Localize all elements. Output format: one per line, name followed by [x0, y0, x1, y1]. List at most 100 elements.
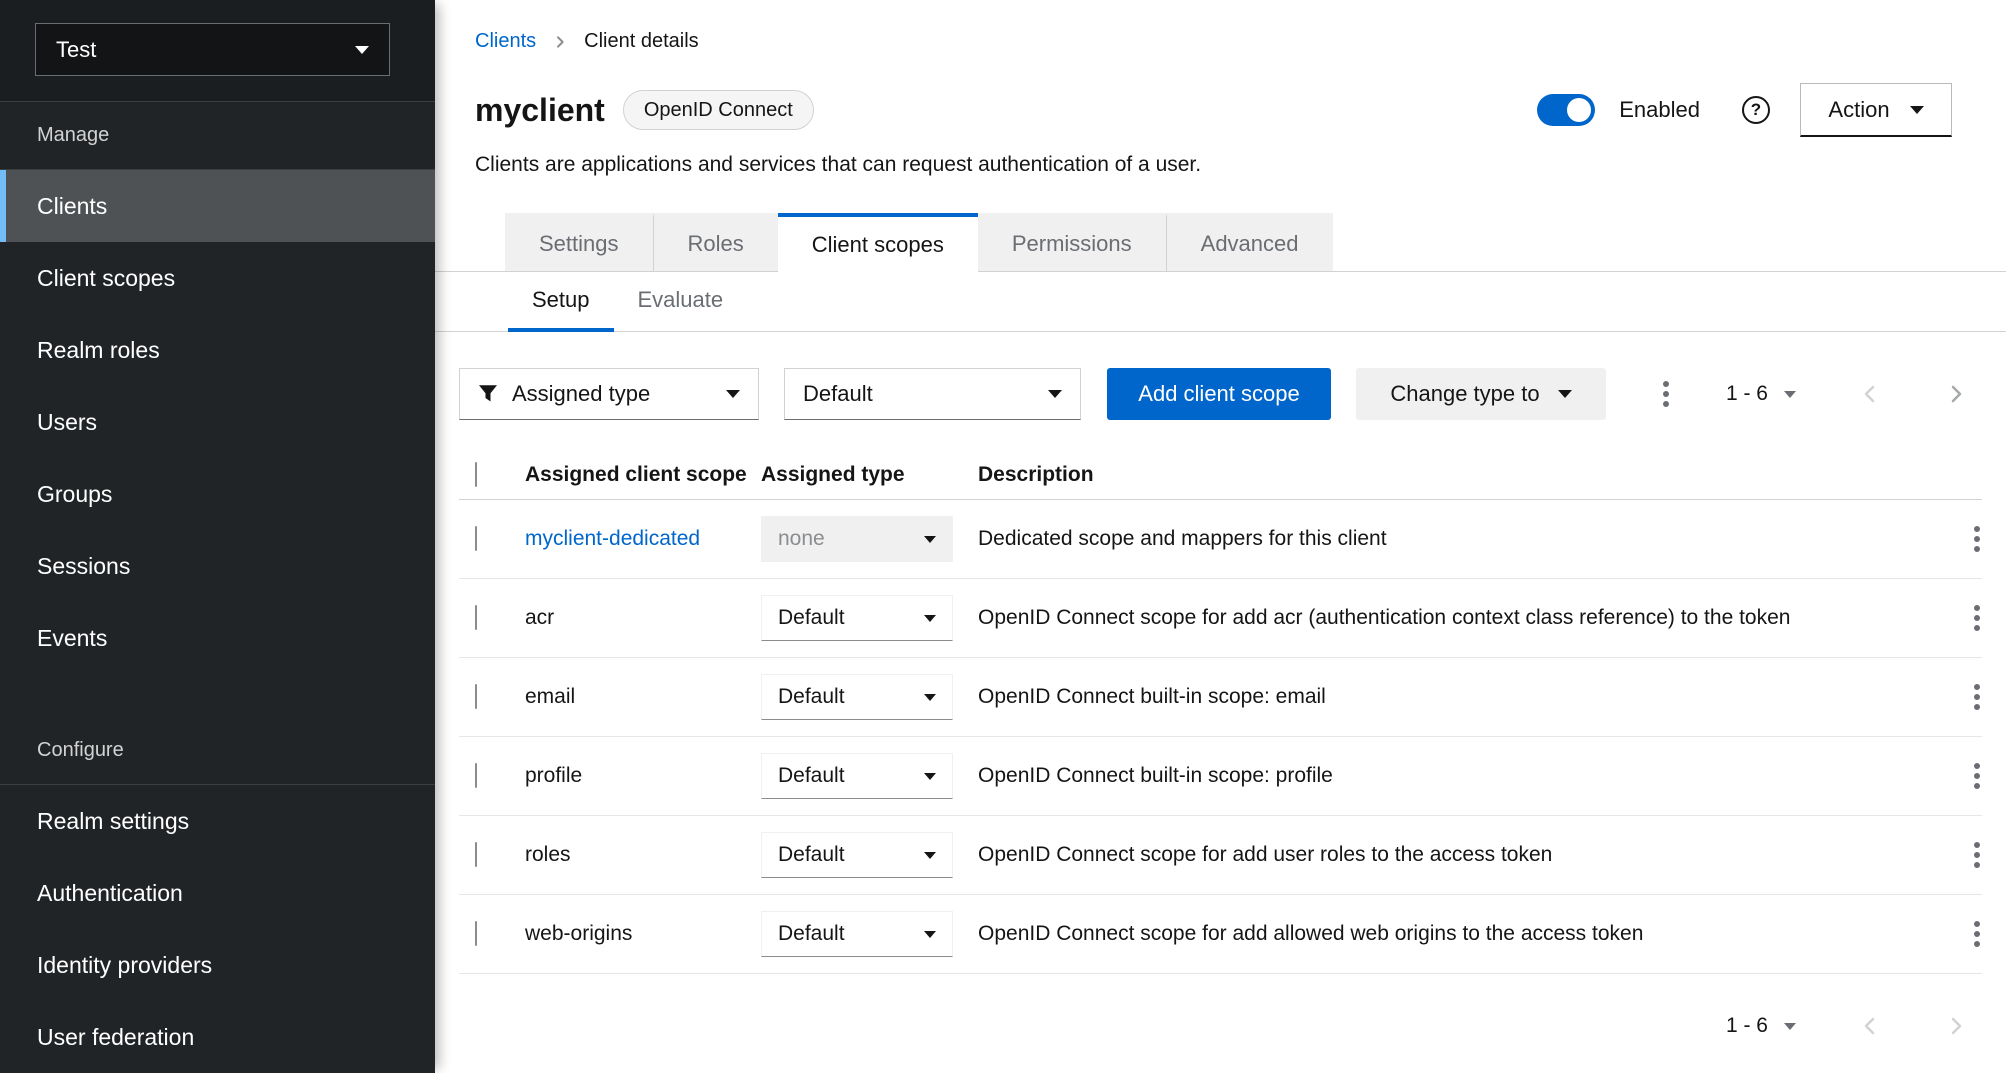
- header-assigned-type: Assigned type: [761, 463, 978, 487]
- subtab-setup[interactable]: Setup: [508, 272, 614, 332]
- table-header-row: Assigned client scope Assigned type Desc…: [459, 450, 1982, 500]
- row-kebab-button[interactable]: [1972, 829, 1982, 881]
- tab-roles[interactable]: Roles: [653, 213, 778, 271]
- realm-name: Test: [56, 37, 96, 63]
- table-row: roles Default OpenID Connect scope for a…: [459, 816, 1982, 895]
- nav-group-manage: Manage Clients Client scopes Realm roles…: [0, 102, 435, 674]
- realm-selector-area: Test: [0, 0, 435, 102]
- row-kebab-button[interactable]: [1972, 513, 1982, 565]
- action-label: Action: [1828, 97, 1889, 123]
- tab-permissions[interactable]: Permissions: [978, 213, 1166, 271]
- sidebar-item-realm-settings[interactable]: Realm settings: [0, 785, 435, 857]
- row-kebab-button[interactable]: [1972, 671, 1982, 723]
- assigned-type-value: none: [778, 527, 825, 551]
- assigned-type-select[interactable]: Default: [761, 753, 953, 799]
- tab-client-scopes[interactable]: Client scopes: [778, 213, 978, 272]
- chevron-down-icon: [924, 773, 936, 780]
- row-checkbox[interactable]: [475, 605, 477, 630]
- chevron-down-icon: [355, 46, 369, 54]
- kebab-icon: [1974, 684, 1980, 710]
- client-scopes-table: Assigned client scope Assigned type Desc…: [459, 450, 1982, 974]
- previous-page-button[interactable]: [1858, 1014, 1882, 1038]
- nav-group-configure: Configure Realm settings Authentication …: [0, 717, 435, 1073]
- sidebar-item-authentication[interactable]: Authentication: [0, 857, 435, 929]
- nav-section-title-configure: Configure: [0, 717, 435, 785]
- row-kebab-button[interactable]: [1972, 750, 1982, 802]
- pagination-range: 1 - 6: [1726, 382, 1768, 406]
- page-description: Clients are applications and services th…: [475, 153, 1952, 177]
- breadcrumb-separator-icon: [552, 34, 568, 50]
- tab-advanced[interactable]: Advanced: [1166, 213, 1333, 271]
- table-row: web-origins Default OpenID Connect scope…: [459, 895, 1982, 974]
- assigned-type-value: Default: [778, 685, 845, 709]
- breadcrumb-clients-link[interactable]: Clients: [475, 30, 536, 53]
- scope-subtabs: Setup Evaluate: [435, 272, 2006, 332]
- sidebar-nav: Manage Clients Client scopes Realm roles…: [0, 102, 435, 1073]
- chevron-down-icon: [924, 694, 936, 701]
- scope-name: email: [525, 685, 761, 709]
- help-icon[interactable]: ?: [1742, 96, 1770, 124]
- assigned-type-select[interactable]: Default: [761, 674, 953, 720]
- scope-link[interactable]: myclient-dedicated: [525, 527, 700, 550]
- sidebar-item-user-federation[interactable]: User federation: [0, 1001, 435, 1073]
- scope-name: web-origins: [525, 922, 761, 946]
- chevron-down-icon: [924, 852, 936, 859]
- next-page-button[interactable]: [1944, 1014, 1968, 1038]
- row-checkbox[interactable]: [475, 684, 477, 709]
- sidebar-item-identity-providers[interactable]: Identity providers: [0, 929, 435, 1001]
- scope-description: OpenID Connect built-in scope: email: [978, 685, 1934, 709]
- change-type-label: Change type to: [1390, 381, 1539, 407]
- kebab-icon: [1974, 526, 1980, 552]
- row-checkbox[interactable]: [475, 921, 477, 946]
- select-all-checkbox[interactable]: [475, 462, 477, 487]
- header-assigned-client-scope: Assigned client scope: [525, 463, 761, 487]
- assigned-type-select[interactable]: Default: [761, 595, 953, 641]
- add-client-scope-button[interactable]: Add client scope: [1107, 368, 1331, 420]
- sidebar-item-client-scopes[interactable]: Client scopes: [0, 242, 435, 314]
- enabled-toggle[interactable]: [1537, 94, 1595, 126]
- table-row: acr Default OpenID Connect scope for add…: [459, 579, 1982, 658]
- chevron-down-icon[interactable]: [1784, 1023, 1796, 1030]
- subtab-evaluate[interactable]: Evaluate: [614, 272, 748, 332]
- protocol-badge: OpenID Connect: [623, 90, 814, 130]
- scope-description: OpenID Connect built-in scope: profile: [978, 764, 1934, 788]
- scopes-panel: Assigned type Default Add client scope C…: [435, 332, 2006, 1073]
- assigned-type-select: none: [761, 516, 953, 562]
- filter-label: Assigned type: [512, 381, 650, 407]
- sidebar-item-groups[interactable]: Groups: [0, 458, 435, 530]
- scope-description: OpenID Connect scope for add user roles …: [978, 843, 1934, 867]
- pagination-range: 1 - 6: [1726, 1014, 1768, 1038]
- pagination-bottom-wrap: 1 - 6: [459, 974, 1982, 1038]
- previous-page-button[interactable]: [1858, 382, 1882, 406]
- sidebar-item-sessions[interactable]: Sessions: [0, 530, 435, 602]
- assigned-type-select[interactable]: Default: [761, 911, 953, 957]
- next-page-button[interactable]: [1944, 382, 1968, 406]
- toolbar-kebab-button[interactable]: [1644, 368, 1688, 420]
- realm-selector[interactable]: Test: [35, 23, 390, 76]
- table-row: email Default OpenID Connect built-in sc…: [459, 658, 1982, 737]
- row-checkbox[interactable]: [475, 526, 477, 551]
- assigned-type-select[interactable]: Default: [761, 832, 953, 878]
- main-content: Clients Client details myclient OpenID C…: [435, 0, 2006, 1073]
- sidebar-item-realm-roles[interactable]: Realm roles: [0, 314, 435, 386]
- row-kebab-button[interactable]: [1972, 592, 1982, 644]
- assigned-type-value: Default: [778, 922, 845, 946]
- row-checkbox[interactable]: [475, 763, 477, 788]
- type-value: Default: [803, 381, 873, 407]
- pagination-bottom: 1 - 6: [1726, 1014, 1982, 1038]
- sidebar-item-events[interactable]: Events: [0, 602, 435, 674]
- chevron-down-icon[interactable]: [1784, 391, 1796, 398]
- chevron-down-icon: [1558, 390, 1572, 398]
- sidebar-item-clients[interactable]: Clients: [0, 170, 435, 242]
- assigned-type-filter-dropdown[interactable]: Assigned type: [459, 368, 759, 420]
- tab-settings[interactable]: Settings: [505, 213, 653, 271]
- assigned-type-value: Default: [778, 764, 845, 788]
- action-dropdown[interactable]: Action: [1800, 83, 1952, 137]
- breadcrumb: Clients Client details: [475, 30, 1952, 53]
- type-value-dropdown[interactable]: Default: [784, 368, 1081, 420]
- change-type-dropdown[interactable]: Change type to: [1356, 368, 1606, 420]
- row-kebab-button[interactable]: [1972, 908, 1982, 960]
- header-controls: Enabled ? Action: [1537, 83, 1952, 137]
- sidebar-item-users[interactable]: Users: [0, 386, 435, 458]
- row-checkbox[interactable]: [475, 842, 477, 867]
